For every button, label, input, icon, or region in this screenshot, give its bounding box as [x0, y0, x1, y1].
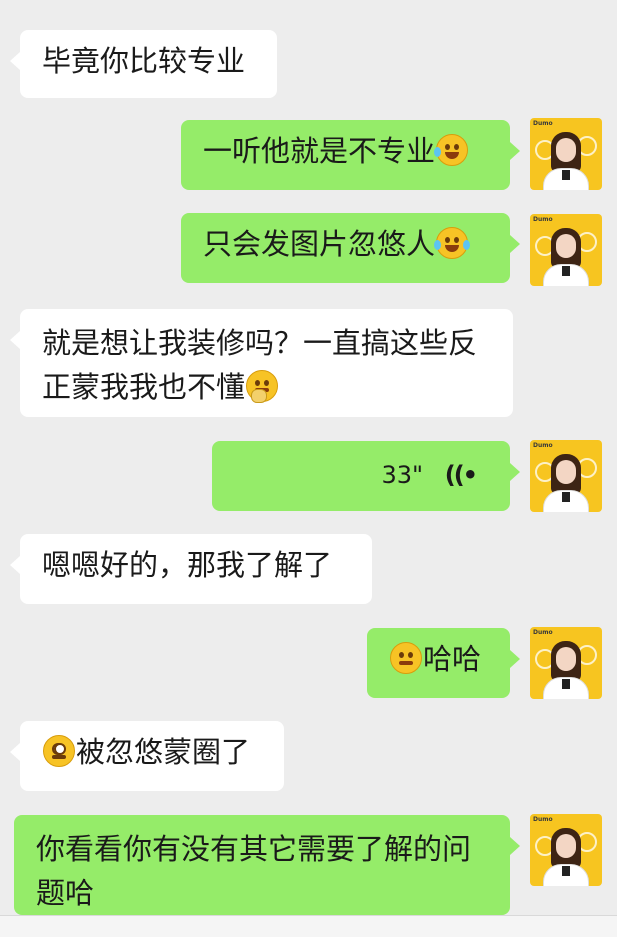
message-text: 毕竟你比较专业	[42, 44, 246, 78]
stunned-emoji-icon	[43, 735, 75, 767]
thinking-emoji-icon	[246, 370, 279, 403]
smirk-emoji-icon	[390, 642, 422, 674]
message-text: 你看看你有没有其它需要了解的问题哈	[36, 832, 472, 910]
voice-wave-icon: ((•	[444, 461, 478, 489]
outgoing-message-bubble[interactable]: 哈哈	[367, 628, 520, 698]
incoming-message-bubble[interactable]: 被忽悠蒙圈了	[10, 721, 284, 791]
message-text: 被忽悠蒙圈了	[76, 735, 251, 769]
incoming-message-bubble[interactable]: 毕竟你比较专业	[10, 30, 277, 98]
voice-message-bubble[interactable]: 33" ((•	[212, 441, 520, 511]
outgoing-message-bubble[interactable]: 只会发图片忽悠人	[181, 213, 520, 283]
tears-of-joy-emoji-icon	[434, 227, 471, 259]
message-text: 嗯嗯好的，那我了解了	[42, 548, 333, 582]
message-text: 只会发图片忽悠人	[203, 227, 436, 261]
bottom-divider	[0, 915, 617, 937]
avatar[interactable]: Dumo	[530, 440, 602, 512]
outgoing-message-bubble[interactable]: 一听他就是不专业	[181, 120, 520, 190]
outgoing-message-bubble[interactable]: 你看看你有没有其它需要了解的问题哈	[14, 815, 520, 915]
message-text: 一听他就是不专业	[203, 134, 436, 168]
avatar[interactable]: Dumo	[530, 118, 602, 190]
avatar[interactable]: Dumo	[530, 214, 602, 286]
incoming-message-bubble[interactable]: 嗯嗯好的，那我了解了	[10, 534, 372, 604]
avatar[interactable]: Dumo	[530, 627, 602, 699]
incoming-message-bubble[interactable]: 就是想让我装修吗？一直搞这些反正蒙我我也不懂	[10, 309, 513, 417]
avatar[interactable]: Dumo	[530, 814, 602, 886]
voice-duration: 33"	[381, 461, 424, 489]
laugh-cry-emoji-icon	[434, 134, 469, 166]
message-text: 哈哈	[423, 642, 482, 676]
